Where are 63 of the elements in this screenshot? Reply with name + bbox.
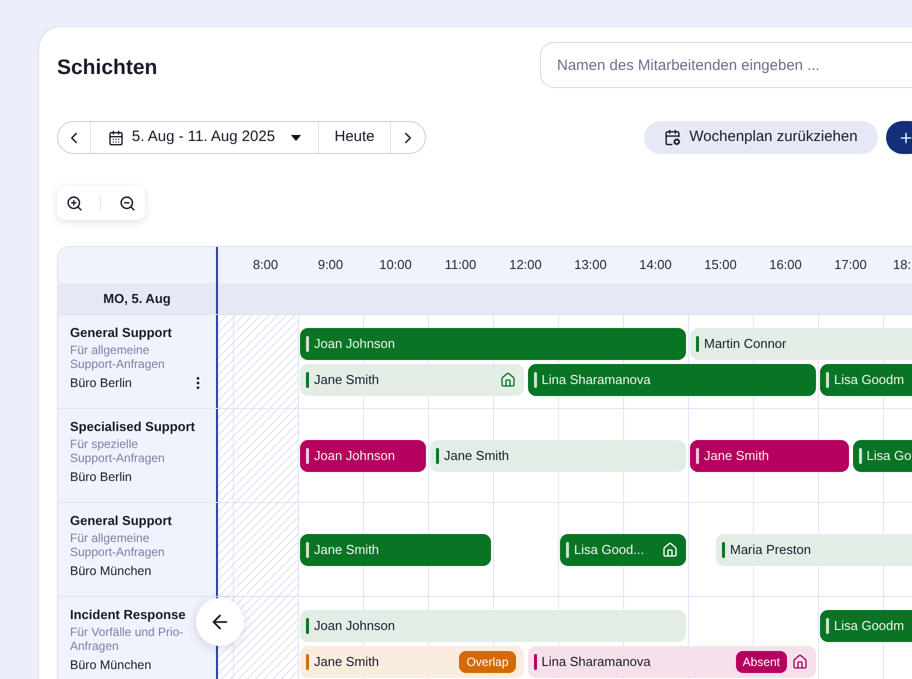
shift-block[interactable]: Lisa Goodm bbox=[820, 610, 912, 642]
hour-label: 18: bbox=[892, 256, 912, 274]
hour-label: 8:00 bbox=[252, 256, 280, 274]
group-location: Büro Berlin bbox=[70, 375, 132, 392]
shift-block[interactable]: Lisa Go bbox=[852, 440, 912, 472]
hour-label: 11:00 bbox=[444, 256, 478, 274]
group-location: Büro München bbox=[70, 563, 152, 580]
today-button[interactable]: Heute bbox=[319, 122, 391, 153]
hour-label: 15:00 bbox=[703, 256, 738, 274]
search-field[interactable]: Namen des Mitarbeitenden eingeben ... bbox=[540, 42, 912, 88]
employee-name: Lina Sharamanova bbox=[542, 652, 651, 671]
status-badge: Absent bbox=[736, 650, 787, 672]
hour-label: 9:00 bbox=[316, 256, 344, 274]
employee-name: Jane Smith bbox=[314, 540, 380, 559]
shift-block[interactable]: Jane Smith bbox=[300, 364, 524, 396]
group-location: Büro Berlin bbox=[70, 469, 132, 486]
group-title: General Support bbox=[70, 513, 173, 529]
group-title: Incident Response bbox=[70, 607, 187, 623]
group-title: General Support bbox=[70, 325, 173, 341]
group-title: Specialised Support bbox=[70, 419, 196, 435]
shift-block[interactable]: Jane Smith bbox=[430, 440, 686, 472]
employee-name: Jane Smith bbox=[444, 446, 510, 465]
shift-block[interactable]: Joan Johnson bbox=[300, 610, 686, 642]
employee-name: Lina Sharamanova bbox=[542, 370, 651, 389]
employee-name: Martin Connor bbox=[704, 334, 786, 353]
group-description: Für spezielle Support-Anfragen bbox=[70, 437, 166, 465]
group-description: Für allgemeine Support-Anfragen bbox=[70, 343, 166, 371]
date-range-button[interactable]: 5. Aug - 11. Aug 2025 bbox=[91, 122, 319, 153]
shift-block[interactable]: Joan Johnson bbox=[300, 440, 426, 472]
shift-block[interactable]: Lisa Good... bbox=[560, 534, 686, 566]
hour-label: 16:00 bbox=[768, 256, 803, 274]
shift-block[interactable]: Joan Johnson bbox=[300, 328, 686, 360]
employee-name: Joan Johnson bbox=[314, 446, 395, 465]
employee-name: Jane Smith bbox=[314, 652, 380, 671]
group-description: Für allgemeine Support-Anfragen bbox=[70, 531, 166, 559]
day-label: MO, 5. Aug bbox=[103, 290, 171, 308]
employee-name: Joan Johnson bbox=[314, 616, 395, 635]
employee-name: Lisa Go bbox=[866, 446, 912, 465]
hour-label: 12:00 bbox=[508, 256, 543, 274]
employee-name: Joan Johnson bbox=[314, 334, 395, 353]
group-description: Für Vorfälle und Prio-Anfragen bbox=[70, 625, 184, 653]
shift-block[interactable]: Lisa Goodm bbox=[820, 364, 912, 396]
shift-block[interactable]: Lina Sharamanova bbox=[528, 364, 816, 396]
status-badge: Overlap bbox=[459, 650, 516, 672]
employee-name: Jane Smith bbox=[314, 370, 380, 389]
group-location: Büro München bbox=[70, 657, 152, 674]
retract-week-plan-button[interactable]: Wochenplan zurükziehen bbox=[644, 121, 878, 154]
shift-block[interactable]: Lina Sharamanova Absent bbox=[528, 646, 816, 678]
page-title: Schichten bbox=[57, 55, 158, 81]
shift-block[interactable]: Jane Smith bbox=[690, 440, 848, 472]
employee-name: Lisa Goodm bbox=[834, 370, 904, 389]
shift-block[interactable]: Jane Smith bbox=[300, 534, 491, 566]
employee-name: Maria Preston bbox=[730, 540, 811, 559]
employee-name: Lisa Good... bbox=[574, 540, 644, 559]
shift-block[interactable]: Martin Connor bbox=[690, 328, 912, 360]
hour-label: 13:00 bbox=[573, 256, 608, 274]
hour-label: 10:00 bbox=[378, 256, 413, 274]
hour-label: 17:00 bbox=[833, 256, 868, 274]
shift-block[interactable]: Jane Smith Overlap bbox=[300, 646, 524, 678]
employee-name: Jane Smith bbox=[704, 446, 770, 465]
hour-label: 14:00 bbox=[638, 256, 673, 274]
employee-name: Lisa Goodm bbox=[834, 616, 904, 635]
shift-block[interactable]: Maria Preston bbox=[716, 534, 912, 566]
